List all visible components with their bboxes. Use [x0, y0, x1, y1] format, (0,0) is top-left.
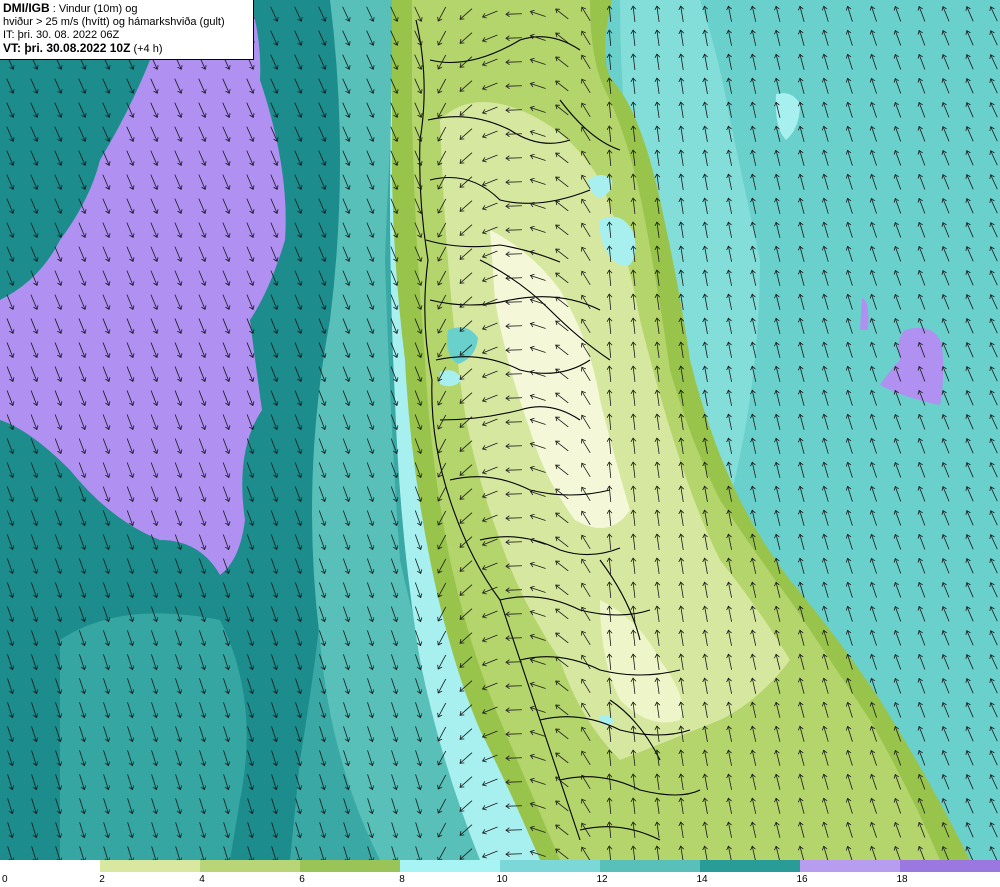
scale-tick-label: 16 [796, 874, 808, 885]
scale-segment [600, 860, 700, 872]
title-label: : Vindur (10m) og [49, 3, 138, 15]
scale-segment [700, 860, 800, 872]
scale-tick-label: 14 [696, 874, 708, 885]
scale-segment [200, 860, 300, 872]
scale-segment [800, 860, 900, 872]
scale-segment [100, 860, 200, 872]
color-scale-bar [0, 860, 1000, 872]
scale-tick-label: 0 [2, 874, 8, 885]
scale-tick-label: 10 [496, 874, 508, 885]
sea-west-mid [60, 613, 247, 860]
valid-time-offset: (+4 h) [130, 43, 163, 55]
gust-description: hviður > 25 m/s (hvítt) og hámarkshviða … [3, 16, 225, 28]
scale-tick-label: 8 [399, 874, 405, 885]
scale-segment [300, 860, 400, 872]
info-box: DMI/IGB : Vindur (10m) og hviður > 25 m/… [0, 0, 254, 60]
valid-time: VT: þri. 30.08.2022 10Z [3, 41, 131, 55]
scale-segment [900, 860, 1000, 872]
source-label: DMI/IGB [3, 1, 50, 15]
scale-tick-label: 6 [299, 874, 305, 885]
wind-map [0, 0, 1000, 860]
scale-segment [500, 860, 600, 872]
scale-tick-label: 4 [199, 874, 205, 885]
scale-segment [400, 860, 500, 872]
scale-segment [0, 860, 100, 872]
scale-tick-label: 18 [896, 874, 908, 885]
scale-tick-label: 2 [99, 874, 105, 885]
scale-tick-label: 12 [596, 874, 608, 885]
color-scale-labels: 0 2 4 6 8 10 12 14 16 18 [0, 872, 1000, 887]
